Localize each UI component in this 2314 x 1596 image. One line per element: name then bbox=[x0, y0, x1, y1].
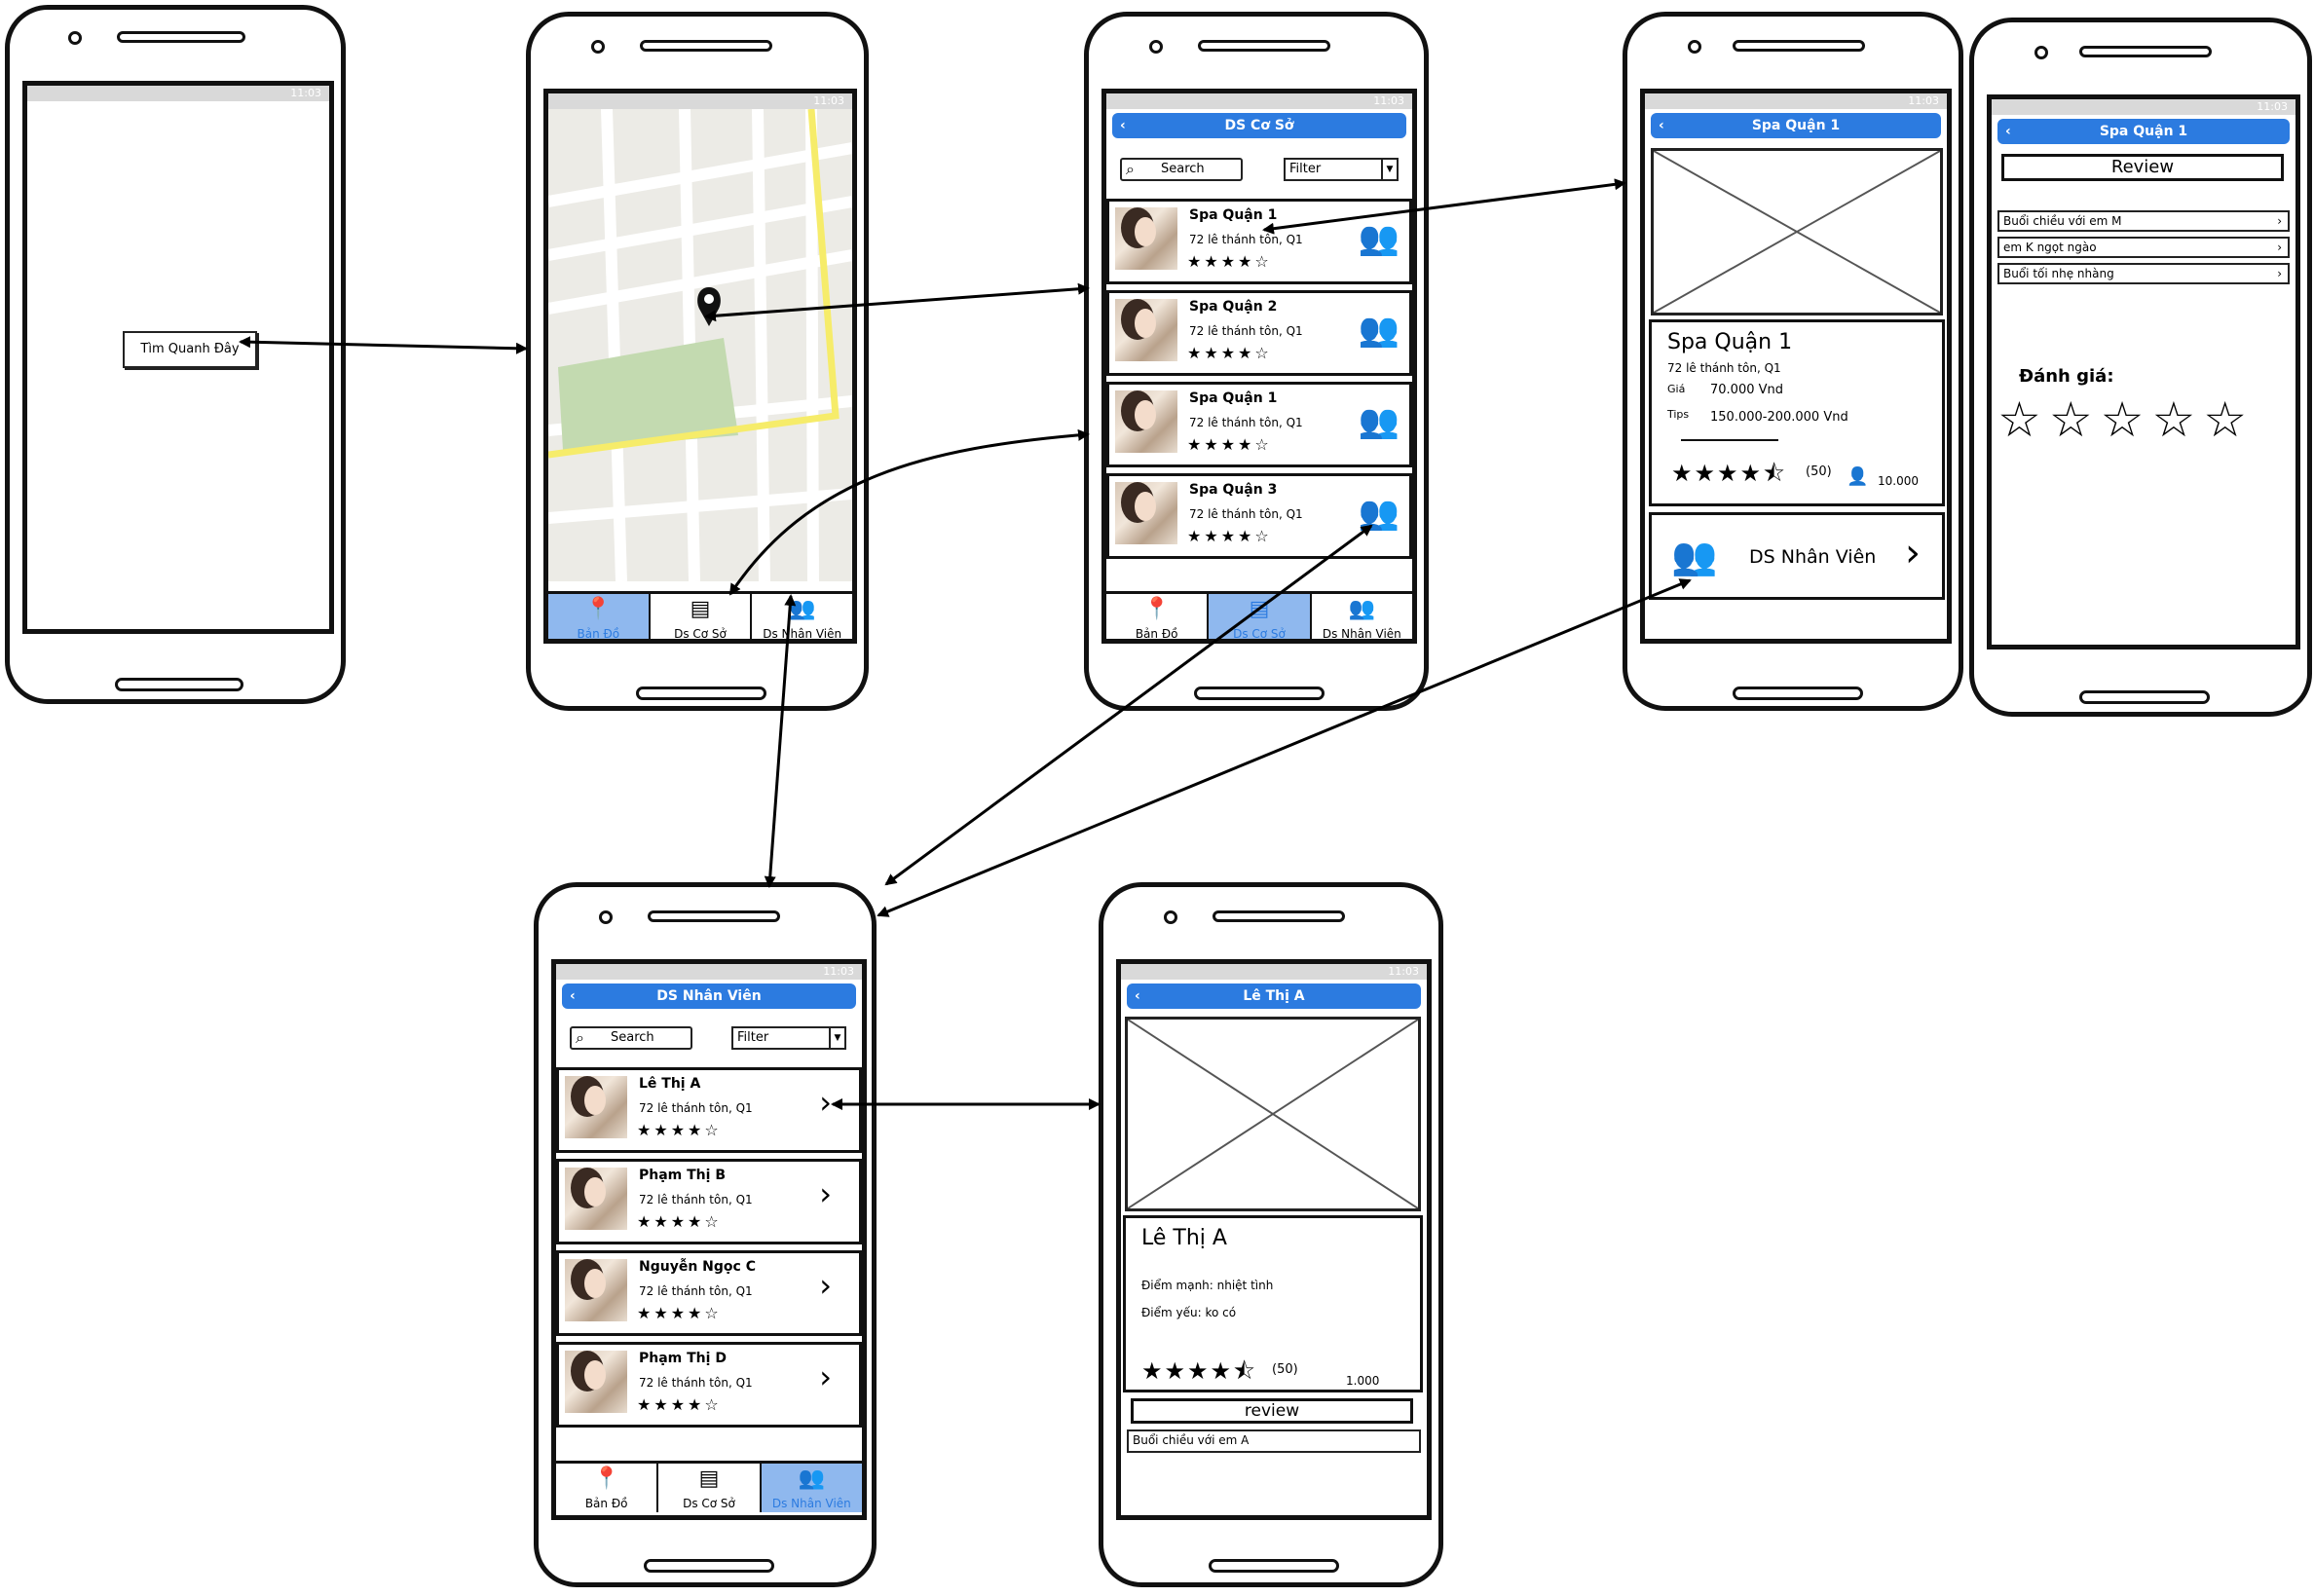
flow-arrows bbox=[239, 178, 1692, 1110]
arrow-shop-to-detail bbox=[1262, 178, 1626, 235]
arrow-group-to-staff-list bbox=[884, 524, 1373, 886]
arrow-detail-staff-to-staff-list bbox=[877, 578, 1692, 917]
arrow-home-to-map bbox=[239, 336, 528, 354]
arrow-staff-tab-to-staff-list bbox=[764, 594, 797, 888]
arrow-pin-to-shop-list bbox=[704, 282, 1090, 322]
arrow-tab-to-shop-list bbox=[728, 428, 1090, 596]
